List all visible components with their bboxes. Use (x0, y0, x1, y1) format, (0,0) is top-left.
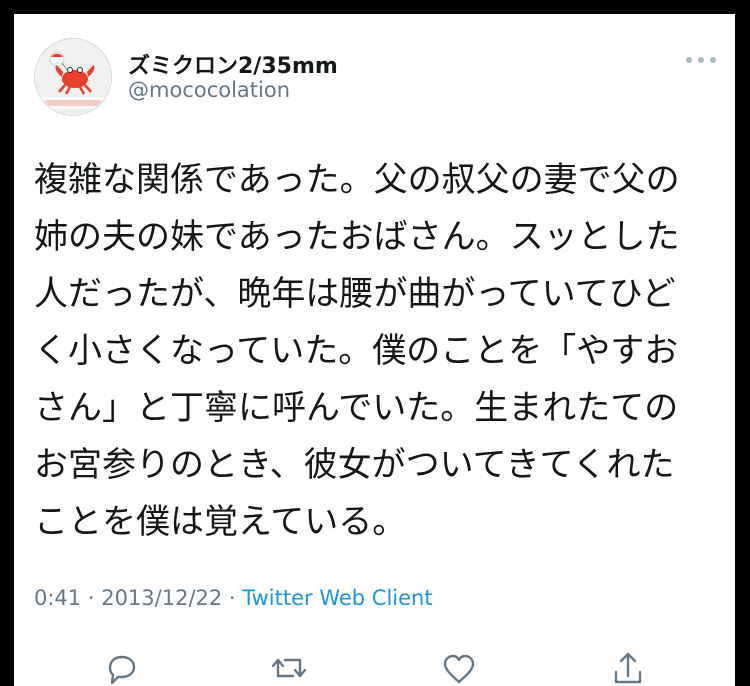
tweet-actions (14, 644, 735, 686)
share-icon[interactable] (606, 644, 650, 686)
tweet-line: 人だったが、晩年は腰が曲がっていてひど (34, 274, 676, 314)
user-handle[interactable]: @mococolation (128, 78, 290, 102)
tweet-line: く小さくなっていた。僕のことを「やすお (34, 331, 679, 371)
like-icon[interactable] (437, 644, 481, 686)
display-name[interactable]: ズミクロン2/35mm (128, 48, 338, 80)
tweet-line: お宮参りのとき、彼女がついてきてくれた (34, 445, 675, 485)
tweet-line: ことを僕は覚えている。 (34, 502, 407, 542)
tweet-line: 姉の夫の妹であったおばさん。スッとした (34, 217, 680, 257)
avatar[interactable] (34, 38, 112, 116)
tweet-time[interactable]: 0:41 (34, 586, 81, 610)
retweet-icon[interactable] (267, 644, 311, 686)
tweet-line: さん」と丁寧に呼んでいた。生まれたての (34, 388, 679, 428)
meta-separator: · (222, 586, 243, 610)
tweet-line: 複雑な関係であった。父の叔父の妻で父の (34, 160, 680, 200)
meta-separator: · (81, 586, 102, 610)
tweet-text: 複雑な関係であった。父の叔父の妻で父の 姉の夫の妹であったおばさん。スッとした … (34, 152, 724, 551)
tweet-client-link[interactable]: Twitter Web Client (242, 586, 432, 610)
more-dots-icon[interactable] (686, 54, 716, 66)
reply-icon[interactable] (100, 644, 144, 686)
crab-logo (35, 39, 111, 115)
tweet-meta: 0:41 · 2013/12/22 · Twitter Web Client (34, 586, 433, 610)
tweet-date[interactable]: 2013/12/22 (101, 586, 222, 610)
tweet-card: ズミクロン2/35mm @mococolation 複雑な関係であった。父の叔父… (14, 14, 735, 686)
